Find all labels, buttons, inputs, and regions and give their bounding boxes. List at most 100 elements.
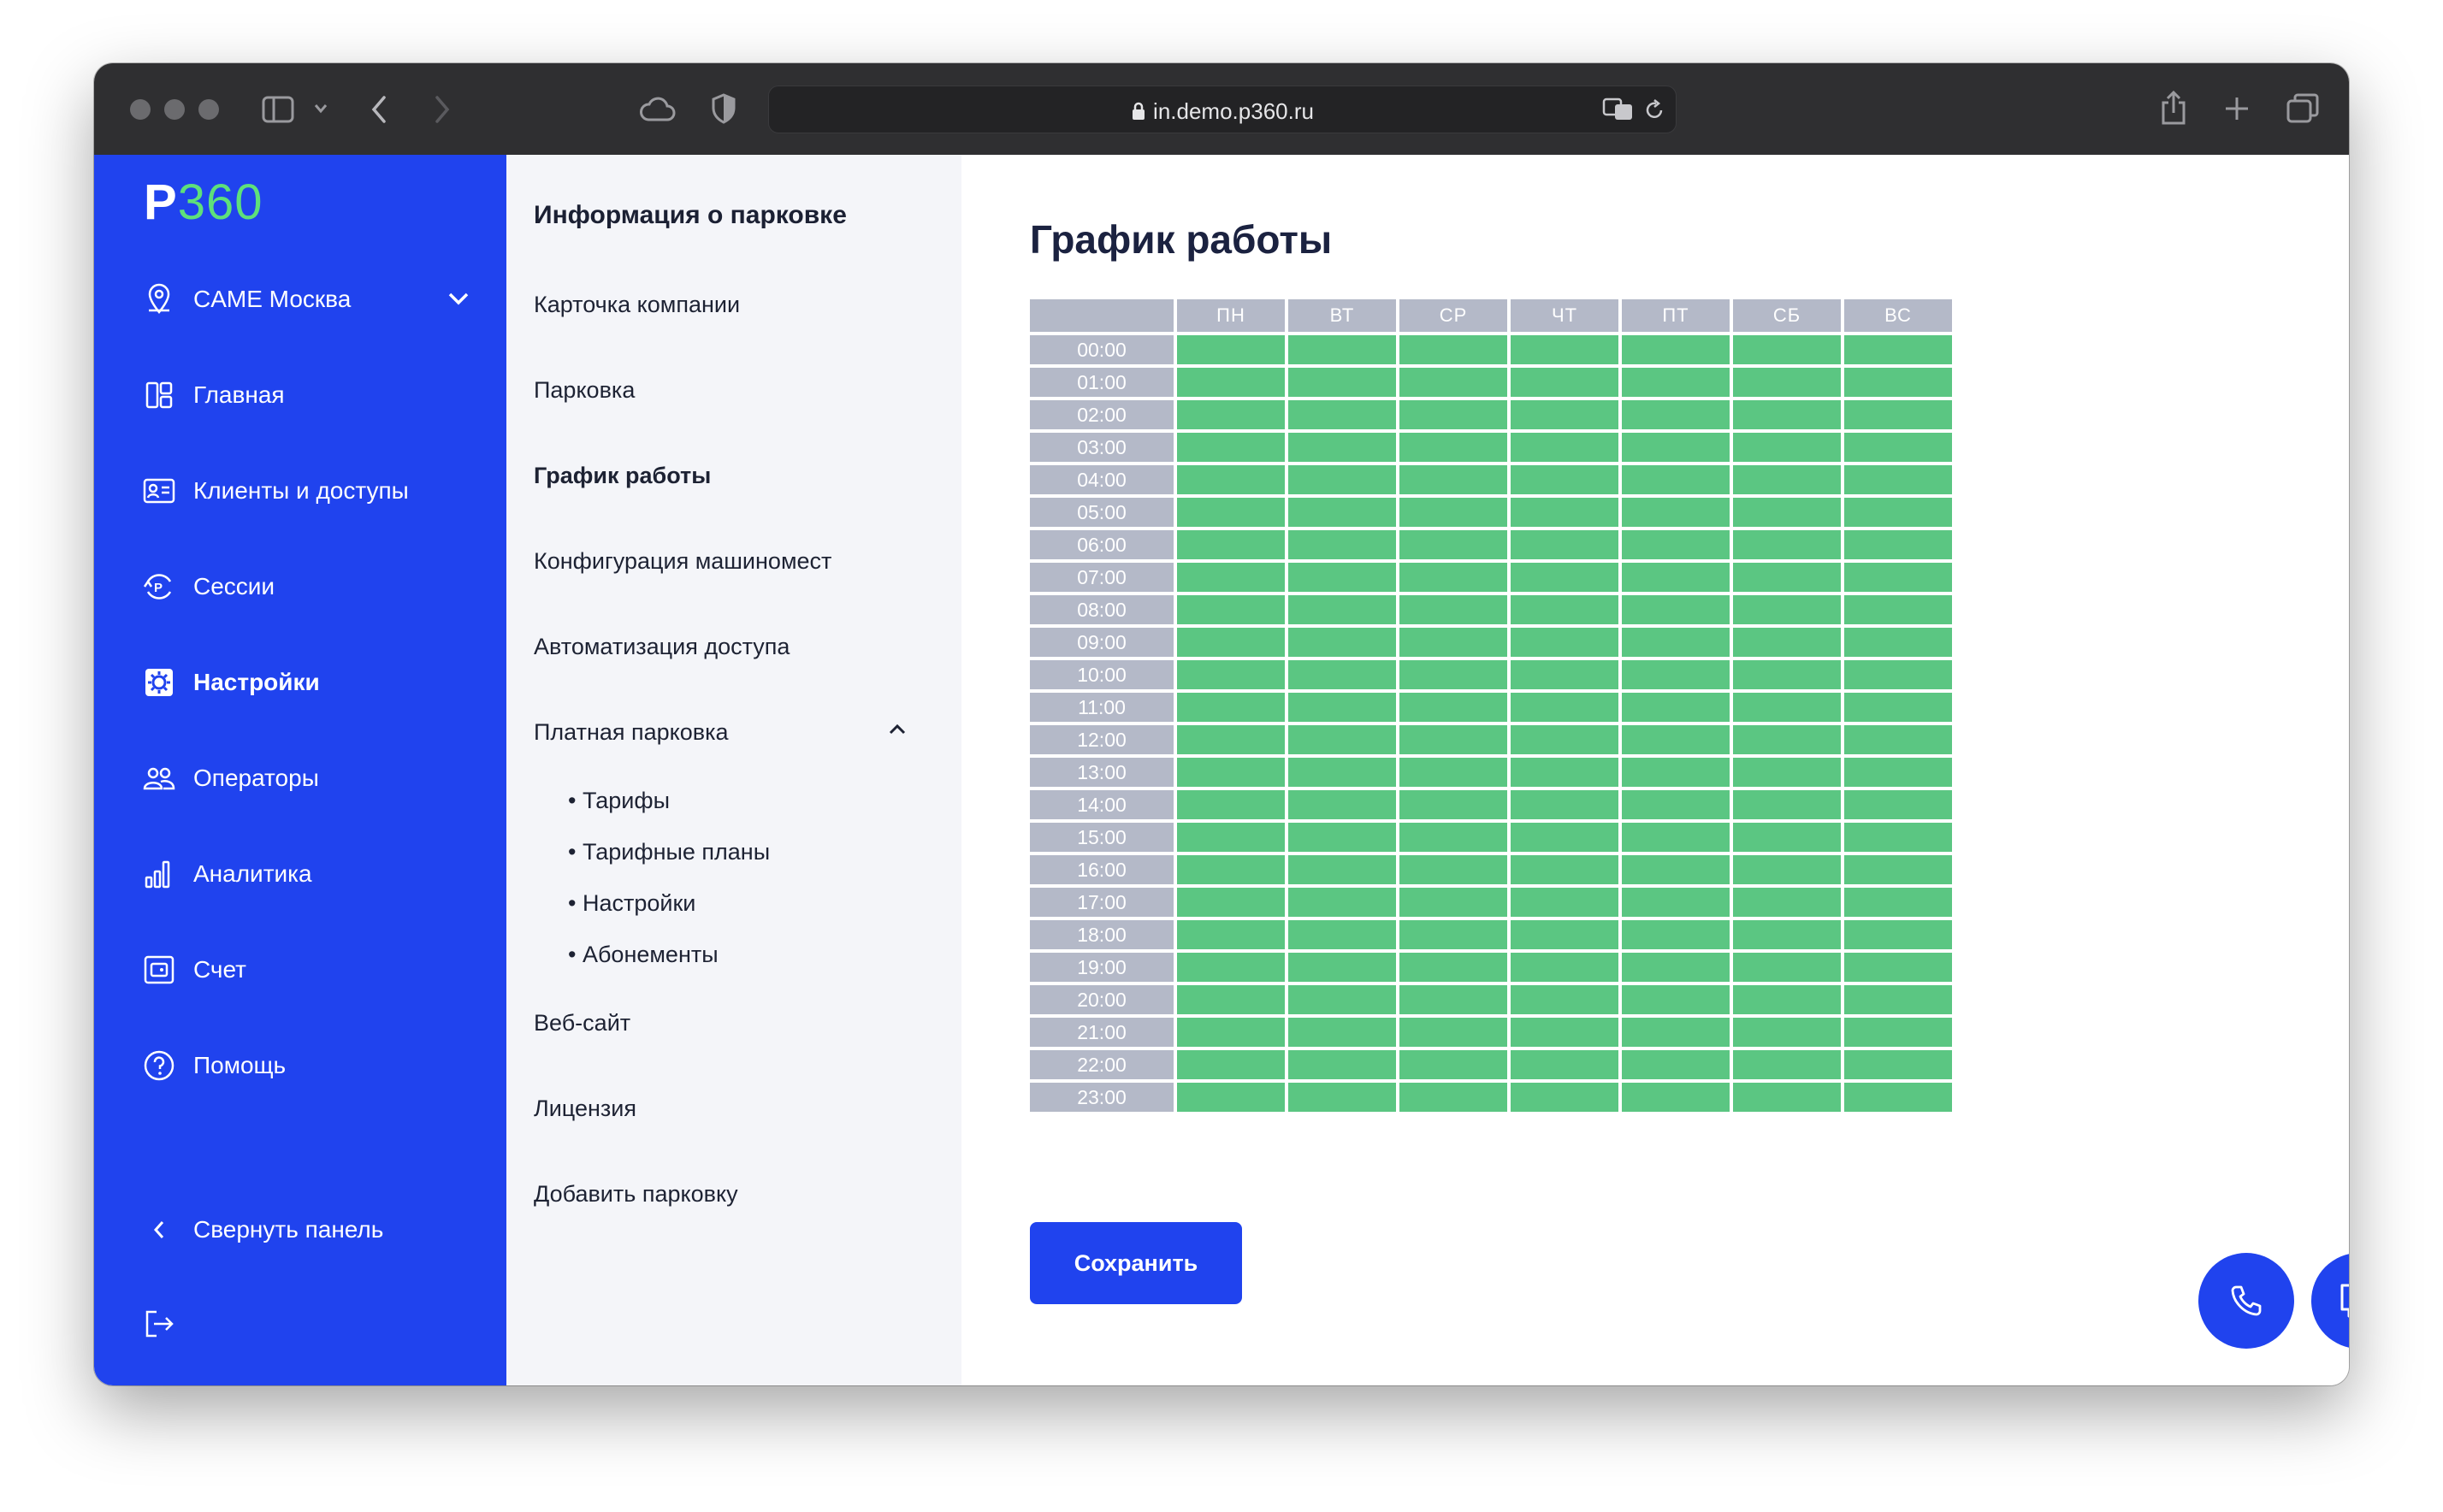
schedule-cell[interactable]	[1733, 368, 1841, 397]
schedule-cell[interactable]	[1844, 790, 1952, 819]
schedule-cell[interactable]	[1511, 758, 1618, 787]
schedule-cell[interactable]	[1844, 1018, 1952, 1047]
schedule-cell[interactable]	[1844, 985, 1952, 1014]
schedule-cell[interactable]	[1844, 498, 1952, 527]
schedule-cell[interactable]	[1844, 823, 1952, 852]
schedule-cell[interactable]	[1399, 855, 1507, 884]
sidebar-toggle-icon[interactable]	[262, 94, 296, 125]
schedule-cell[interactable]	[1733, 920, 1841, 949]
schedule-cell[interactable]	[1844, 953, 1952, 982]
hour-label[interactable]: 00:00	[1030, 335, 1174, 364]
translate-icon[interactable]	[1602, 97, 1635, 122]
nav-item-operators[interactable]: Операторы	[142, 757, 319, 800]
schedule-cell[interactable]	[1844, 400, 1952, 429]
schedule-cell[interactable]	[1511, 433, 1618, 462]
schedule-cell[interactable]	[1844, 433, 1952, 462]
schedule-cell[interactable]	[1288, 855, 1396, 884]
schedule-cell[interactable]	[1177, 953, 1285, 982]
schedule-cell[interactable]	[1844, 920, 1952, 949]
schedule-cell[interactable]	[1511, 660, 1618, 689]
schedule-cell[interactable]	[1622, 595, 1730, 624]
schedule-cell[interactable]	[1622, 433, 1730, 462]
schedule-cell[interactable]	[1733, 823, 1841, 852]
hour-label[interactable]: 16:00	[1030, 855, 1174, 884]
schedule-cell[interactable]	[1511, 1083, 1618, 1112]
schedule-cell[interactable]	[1288, 628, 1396, 657]
schedule-cell[interactable]	[1511, 920, 1618, 949]
schedule-cell[interactable]	[1288, 693, 1396, 722]
hour-label[interactable]: 18:00	[1030, 920, 1174, 949]
schedule-cell[interactable]	[1622, 790, 1730, 819]
hour-label[interactable]: 22:00	[1030, 1050, 1174, 1079]
schedule-cell[interactable]	[1288, 563, 1396, 592]
schedule-cell[interactable]	[1511, 888, 1618, 917]
schedule-cell[interactable]	[1399, 823, 1507, 852]
schedule-cell[interactable]	[1288, 1050, 1396, 1079]
submenu-item-website[interactable]: Веб-сайт	[534, 1010, 630, 1037]
schedule-cell[interactable]	[1399, 368, 1507, 397]
schedule-cell[interactable]	[1288, 335, 1396, 364]
schedule-cell[interactable]	[1177, 400, 1285, 429]
schedule-cell[interactable]	[1733, 335, 1841, 364]
chevron-up-icon[interactable]	[888, 723, 907, 736]
schedule-cell[interactable]	[1177, 823, 1285, 852]
schedule-cell[interactable]	[1288, 465, 1396, 494]
day-header[interactable]: СР	[1399, 299, 1507, 332]
schedule-cell[interactable]	[1622, 920, 1730, 949]
schedule-cell[interactable]	[1288, 953, 1396, 982]
schedule-cell[interactable]	[1622, 823, 1730, 852]
schedule-cell[interactable]	[1844, 563, 1952, 592]
hour-label[interactable]: 13:00	[1030, 758, 1174, 787]
schedule-cell[interactable]	[1733, 400, 1841, 429]
schedule-cell[interactable]	[1399, 693, 1507, 722]
schedule-cell[interactable]	[1288, 790, 1396, 819]
submenu-item-spaces-config[interactable]: Конфигурация машиномест	[534, 548, 831, 575]
schedule-cell[interactable]	[1288, 758, 1396, 787]
hour-label[interactable]: 06:00	[1030, 530, 1174, 559]
submenu-item-paid-settings[interactable]: • Настройки	[568, 890, 695, 917]
schedule-cell[interactable]	[1733, 660, 1841, 689]
schedule-cell[interactable]	[1399, 790, 1507, 819]
schedule-cell[interactable]	[1399, 1050, 1507, 1079]
schedule-cell[interactable]	[1622, 335, 1730, 364]
schedule-cell[interactable]	[1177, 530, 1285, 559]
hour-label[interactable]: 09:00	[1030, 628, 1174, 657]
schedule-cell[interactable]	[1399, 433, 1507, 462]
schedule-cell[interactable]	[1622, 563, 1730, 592]
submenu-item-add-parking[interactable]: Добавить парковку	[534, 1181, 738, 1208]
schedule-cell[interactable]	[1399, 1018, 1507, 1047]
schedule-cell[interactable]	[1399, 498, 1507, 527]
submenu-item-license[interactable]: Лицензия	[534, 1096, 636, 1122]
schedule-cell[interactable]	[1177, 725, 1285, 754]
nav-item-sessions[interactable]: P Сессии	[142, 565, 275, 608]
submenu-item-access-automation[interactable]: Автоматизация доступа	[534, 634, 790, 660]
schedule-cell[interactable]	[1733, 498, 1841, 527]
new-tab-icon[interactable]	[2224, 96, 2250, 121]
call-button[interactable]	[2198, 1253, 2294, 1349]
schedule-cell[interactable]	[1288, 920, 1396, 949]
hour-label[interactable]: 15:00	[1030, 823, 1174, 852]
schedule-cell[interactable]	[1288, 1083, 1396, 1112]
schedule-cell[interactable]	[1288, 1018, 1396, 1047]
schedule-cell[interactable]	[1511, 400, 1618, 429]
day-header[interactable]: ВС	[1844, 299, 1952, 332]
schedule-cell[interactable]	[1177, 563, 1285, 592]
schedule-cell[interactable]	[1733, 595, 1841, 624]
schedule-cell[interactable]	[1622, 1018, 1730, 1047]
schedule-cell[interactable]	[1288, 660, 1396, 689]
reload-icon[interactable]	[1643, 98, 1665, 122]
schedule-cell[interactable]	[1399, 400, 1507, 429]
schedule-cell[interactable]	[1511, 530, 1618, 559]
schedule-cell[interactable]	[1399, 530, 1507, 559]
schedule-cell[interactable]	[1844, 1050, 1952, 1079]
schedule-cell[interactable]	[1177, 888, 1285, 917]
hour-label[interactable]: 17:00	[1030, 888, 1174, 917]
schedule-cell[interactable]	[1622, 400, 1730, 429]
schedule-cell[interactable]	[1622, 725, 1730, 754]
schedule-cell[interactable]	[1844, 758, 1952, 787]
schedule-cell[interactable]	[1844, 628, 1952, 657]
hour-label[interactable]: 03:00	[1030, 433, 1174, 462]
schedule-cell[interactable]	[1399, 985, 1507, 1014]
schedule-cell[interactable]	[1177, 693, 1285, 722]
schedule-cell[interactable]	[1511, 595, 1618, 624]
